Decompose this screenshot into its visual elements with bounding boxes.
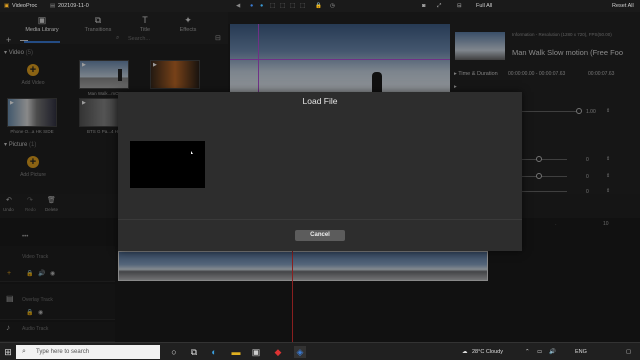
taskbar-search-placeholder: Type here to search — [36, 349, 90, 355]
split-icon[interactable]: ⬚ — [270, 0, 275, 12]
app-logo-icon: ▣ — [4, 3, 10, 9]
weather-text: 28°C Cloudy — [472, 349, 503, 355]
flip-icon[interactable]: ⬚ — [300, 0, 305, 12]
color-dot-cyan-icon[interactable]: ● — [260, 0, 263, 12]
language-indicator[interactable]: ENG — [575, 343, 587, 360]
divider — [118, 219, 522, 220]
app-window: ▣ VideoProc ▤ 202109-11-0 ◀ ● ● ⬚ ⬚ ⬚ ⬚ … — [0, 0, 640, 360]
fold-icon[interactable]: ⊟ — [457, 0, 462, 12]
edge-browser-icon[interactable]: ◐ — [208, 346, 220, 358]
lock-icon[interactable]: 🔒 — [315, 0, 322, 12]
app-name: VideoProc — [12, 3, 38, 9]
speed-icon[interactable]: ◷ — [330, 0, 335, 12]
chevron-left-icon[interactable]: ◀ — [236, 0, 240, 12]
crop-icon[interactable]: ⬚ — [280, 0, 285, 12]
store-icon[interactable]: ▣ — [250, 346, 262, 358]
taskbar-search-input[interactable]: ⌕ Type here to search — [16, 345, 160, 359]
tray-chevron-icon[interactable]: ⌃ — [525, 343, 530, 360]
taskbar: ⊞ ⌕ Type here to search ○ ⧉ ◐ ▬ ▣ ◆ ◈ ☁ … — [0, 342, 640, 360]
task-view-icon[interactable]: ⧉ — [188, 346, 200, 358]
notifications-icon[interactable]: ▢ — [626, 343, 631, 360]
color-dot-blue-icon[interactable]: ● — [250, 0, 253, 12]
search-icon: ⌕ — [22, 348, 26, 355]
loading-preview — [130, 141, 205, 188]
load-file-dialog: Load File Cancel — [118, 92, 522, 251]
project-icon: ▤ — [50, 3, 56, 9]
cancel-button[interactable]: Cancel — [295, 230, 345, 241]
app-icon[interactable]: ◆ — [272, 346, 284, 358]
mouse-cursor-icon — [191, 151, 193, 154]
dialog-title: Load File — [302, 96, 338, 106]
cortana-icon[interactable]: ○ — [168, 346, 180, 358]
windows-start-icon[interactable]: ⊞ — [2, 346, 14, 358]
weather-icon: ☁ — [462, 349, 468, 355]
file-explorer-icon[interactable]: ▬ — [230, 346, 242, 358]
reset-all-button[interactable]: Reset All — [612, 0, 634, 12]
network-icon[interactable]: ▭ — [537, 343, 542, 360]
title-bar: ▣ VideoProc ▤ 202109-11-0 ◀ ● ● ⬚ ⬚ ⬚ ⬚ … — [0, 0, 640, 12]
volume-icon[interactable]: 🔊 — [549, 343, 556, 360]
full-all-button[interactable]: Full All — [476, 0, 492, 12]
fullscreen-icon[interactable]: ⤢ — [437, 0, 441, 12]
project-name: 202109-11-0 — [58, 3, 89, 9]
videoproc-taskbar-icon[interactable]: ◈ — [294, 346, 306, 358]
snapshot-icon[interactable]: ◙ — [422, 0, 425, 12]
rotate-icon[interactable]: ⬚ — [290, 0, 295, 12]
